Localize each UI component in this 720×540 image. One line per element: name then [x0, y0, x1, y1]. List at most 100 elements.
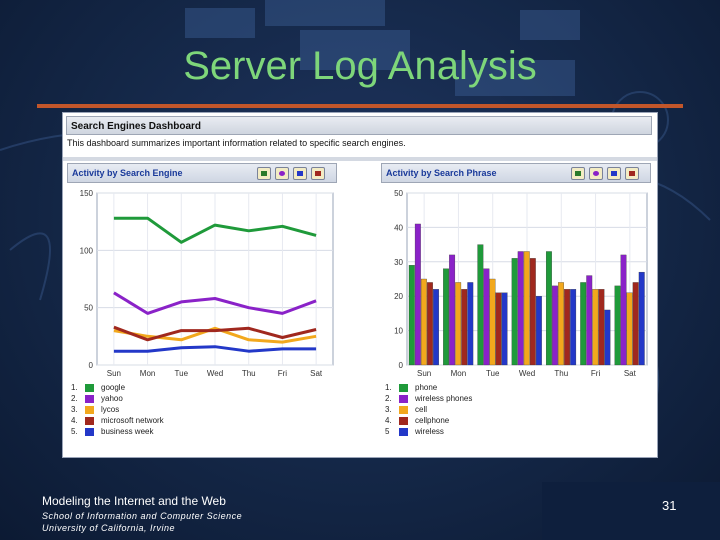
- legend-label: wireless: [415, 427, 444, 436]
- x-tick-label: Wed: [519, 369, 535, 378]
- bar-phone: [477, 244, 484, 366]
- bar-cellphone: [495, 292, 502, 366]
- table-icon[interactable]: [311, 167, 325, 180]
- bar-wireless: [638, 271, 645, 366]
- bar-cell: [420, 278, 427, 366]
- legend-item: 1. phone: [385, 383, 647, 394]
- legend-swatch: [85, 384, 94, 392]
- slide-title: Server Log Analysis: [183, 44, 537, 88]
- x-tick-label: Sat: [624, 369, 637, 378]
- x-tick-label: Sat: [310, 369, 323, 378]
- legend-item: 3. lycos: [71, 405, 333, 416]
- pie-chart-icon[interactable]: [275, 167, 289, 180]
- legend-number: 4.: [385, 416, 392, 425]
- line-chart-icon[interactable]: [293, 167, 307, 180]
- legend-label: business week: [101, 427, 154, 436]
- x-tick-label: Sun: [107, 369, 121, 378]
- legend-swatch: [399, 384, 408, 392]
- legend-number: 2.: [71, 394, 78, 403]
- x-tick-label: Tue: [486, 369, 500, 378]
- legend-item: 3. cell: [385, 405, 647, 416]
- legend-label: microsoft network: [101, 416, 164, 425]
- legend-item: 4. microsoft network: [71, 416, 333, 427]
- y-tick-label: 50: [394, 189, 403, 198]
- bar-cellphone: [529, 258, 536, 366]
- page-number-box: [542, 482, 720, 540]
- page-number: 31: [662, 498, 677, 513]
- legend-item: 2. yahoo: [71, 394, 333, 405]
- y-tick-label: 20: [394, 292, 403, 301]
- bar-wireless: [570, 289, 577, 366]
- phrase-chart-title: Activity by Search Phrase: [386, 168, 497, 178]
- pie-chart-icon[interactable]: [589, 167, 603, 180]
- phrase-chart-legend: 1. phone 2. wireless phones 3. cell 4. cellphon…: [385, 383, 647, 438]
- x-tick-label: Thu: [554, 369, 568, 378]
- x-tick-label: Wed: [207, 369, 223, 378]
- y-tick-label: 30: [394, 258, 403, 267]
- dashboard-description: This dashboard summarizes important info…: [67, 138, 406, 148]
- legend-number: 2.: [385, 394, 392, 403]
- dashboard-screenshot: Search Engines Dashboard This dashboard …: [62, 112, 658, 458]
- bar-phone: [580, 282, 587, 366]
- phrase-bar-chart: 0 10 20 30 40 50 Sun Mon Tue Wed Thu Fri Sat: [394, 189, 648, 378]
- legend-item: 1. google: [71, 383, 333, 394]
- x-tick-label: Fri: [591, 369, 601, 378]
- legend-label: phone: [415, 383, 438, 392]
- legend-label: cellphone: [415, 416, 450, 425]
- y-tick-label: 10: [394, 327, 403, 336]
- legend-swatch: [85, 406, 94, 414]
- university-name: University of California, Irvine: [42, 523, 176, 533]
- phrase-chart-header: Activity by Search Phrase: [381, 163, 651, 183]
- legend-label: yahoo: [101, 394, 123, 403]
- bar-cellphone: [598, 289, 605, 366]
- school-name: School of Information and Computer Scien…: [42, 511, 243, 521]
- bar-cellphone: [564, 289, 571, 366]
- legend-number: 1.: [71, 383, 78, 392]
- legend-swatch: [399, 395, 408, 403]
- bar-phone: [443, 268, 449, 366]
- bar-wireless-phones: [449, 254, 456, 366]
- x-tick-label: Tue: [175, 369, 189, 378]
- legend-number: 3.: [71, 405, 78, 414]
- bar-cell: [489, 278, 496, 366]
- bar-chart-icon[interactable]: [257, 167, 271, 180]
- bar-wireless: [467, 282, 474, 366]
- legend-label: cell: [415, 405, 428, 414]
- bar-cell: [558, 282, 564, 366]
- bar-cell: [592, 289, 599, 366]
- legend-item: 5 wireless: [385, 427, 647, 438]
- x-tick-label: Mon: [140, 369, 156, 378]
- legend-swatch: [85, 428, 94, 436]
- legend-label: google: [101, 383, 126, 392]
- bar-chart-icon[interactable]: [571, 167, 585, 180]
- bar-cellphone: [461, 289, 468, 366]
- phrase-chart-panel: Activity by Search Phrase 0 10 20 30 40 50 Sun…: [381, 163, 651, 453]
- y-tick-label: 50: [84, 304, 93, 313]
- legend-label: wireless phones: [415, 394, 473, 403]
- bar-wireless-phones: [414, 223, 421, 366]
- course-title: Modeling the Internet and the Web: [42, 494, 226, 508]
- dashboard-separator: [63, 157, 657, 161]
- y-tick-label: 100: [80, 246, 94, 255]
- table-icon[interactable]: [625, 167, 639, 180]
- bar-cell: [626, 292, 633, 366]
- y-tick-label: 0: [399, 361, 404, 370]
- bar-wireless: [501, 292, 508, 366]
- bar-wireless-phones: [620, 254, 627, 366]
- bar-cellphone: [427, 282, 433, 366]
- bar-wireless: [535, 296, 542, 366]
- bar-cell: [455, 282, 462, 366]
- line-chart-icon[interactable]: [607, 167, 621, 180]
- bar-wireless: [433, 289, 439, 366]
- bar-wireless-phones: [586, 275, 593, 366]
- dashboard-title: Search Engines Dashboard: [66, 116, 652, 135]
- bar-wireless-phones: [517, 251, 524, 366]
- bar-cellphone: [632, 282, 639, 366]
- bar-phone: [545, 251, 552, 366]
- legend-number: 5.: [71, 427, 78, 436]
- legend-label: lycos: [101, 405, 120, 414]
- legend-swatch: [85, 417, 94, 425]
- title-underline: [37, 104, 683, 108]
- legend-swatch: [399, 406, 408, 414]
- bar-wireless-phones: [552, 285, 558, 366]
